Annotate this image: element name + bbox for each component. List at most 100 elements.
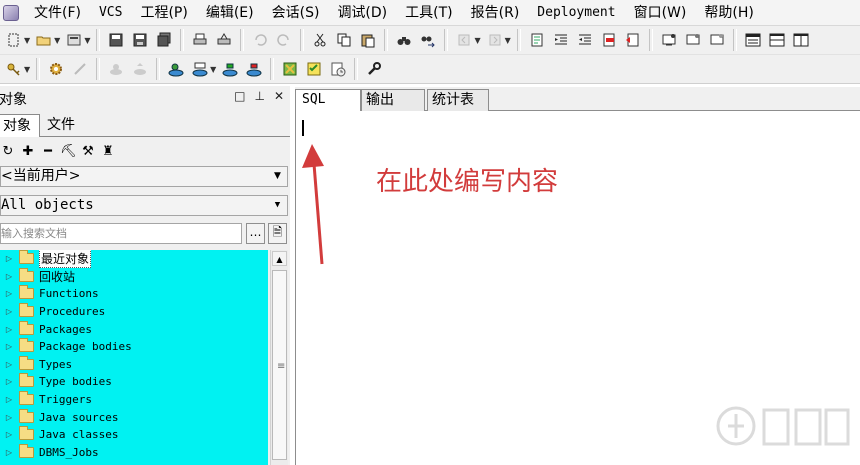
expand-icon[interactable]: ▷ xyxy=(2,254,16,263)
tab-files[interactable]: 文件 xyxy=(44,114,78,136)
print-setup-icon[interactable] xyxy=(213,29,235,51)
tree-item-type-bodies[interactable]: ▷ Type bodies xyxy=(0,373,268,391)
tree-item-recent-objects[interactable]: ▷ 最近对象 xyxy=(0,250,268,269)
expand-icon[interactable]: ▷ xyxy=(2,307,16,316)
menu-edit[interactable]: 编辑(E) xyxy=(197,0,263,26)
back-dropdown-icon[interactable]: ▼ xyxy=(474,36,480,45)
save-as-icon[interactable] xyxy=(129,29,151,51)
unindent-icon[interactable] xyxy=(574,29,596,51)
menu-window[interactable]: 窗口(W) xyxy=(625,0,696,26)
cut-icon[interactable] xyxy=(309,29,331,51)
wrench-icon[interactable] xyxy=(363,58,385,80)
expand-icon[interactable]: ▷ xyxy=(2,360,16,369)
forward-dropdown-icon[interactable]: ▼ xyxy=(505,36,511,45)
tree-item-functions[interactable]: ▷ Functions xyxy=(0,285,268,303)
debug-disabled-icon[interactable] xyxy=(69,58,91,80)
gear-icon[interactable] xyxy=(45,58,67,80)
expand-icon[interactable]: ▷ xyxy=(2,342,16,351)
user-select[interactable]: <当前用户> ▼ xyxy=(0,166,288,187)
tree-item-types[interactable]: ▷ Types xyxy=(0,355,268,374)
scroll-up-icon[interactable]: ▲ xyxy=(272,251,287,266)
find-object-icon[interactable]: ⛏ xyxy=(60,144,77,159)
recent-dropdown-icon[interactable]: ▼ xyxy=(84,36,90,45)
paste-icon[interactable] xyxy=(357,29,379,51)
log-on-icon[interactable] xyxy=(219,58,241,80)
new-dropdown-icon[interactable]: ▼ xyxy=(24,36,30,45)
tree-item-package-bodies[interactable]: ▷ Package bodies xyxy=(0,338,268,356)
tab-statistics[interactable]: 统计表 xyxy=(427,89,489,111)
tree-item-java-sources[interactable]: ▷ Java sources xyxy=(0,408,268,426)
filter-icon[interactable]: ⚒ xyxy=(80,144,96,159)
chevron-down-icon[interactable]: ▼ xyxy=(270,168,285,185)
panel-close-icon[interactable]: ✕ xyxy=(274,89,284,103)
expand-icon[interactable]: ▷ xyxy=(2,448,16,457)
menu-debug[interactable]: 调试(D) xyxy=(328,0,396,26)
scrollbar-thumb[interactable]: ≡ xyxy=(272,270,287,460)
tree-item-java-classes[interactable]: ▷ Java classes xyxy=(0,426,268,444)
chevron-down-icon[interactable]: ▼ xyxy=(270,197,285,214)
open-dropdown-icon[interactable]: ▼ xyxy=(54,36,60,45)
expand-icon[interactable]: ▷ xyxy=(2,430,16,439)
window-list-icon[interactable] xyxy=(742,29,764,51)
menu-help[interactable]: 帮助(H) xyxy=(695,0,762,26)
menu-vcs[interactable]: VCS xyxy=(90,0,131,26)
menu-deployment[interactable]: Deployment xyxy=(528,0,624,26)
find-replace-icon[interactable] xyxy=(417,29,439,51)
checklist-icon[interactable] xyxy=(303,58,325,80)
indent-icon[interactable] xyxy=(550,29,572,51)
add-icon[interactable]: ✚ xyxy=(20,144,36,159)
execute-script-icon[interactable] xyxy=(682,29,704,51)
expand-icon[interactable]: ▷ xyxy=(2,413,16,422)
execute-icon[interactable] xyxy=(658,29,680,51)
commit-disabled-icon[interactable] xyxy=(105,58,127,80)
tree-item-triggers[interactable]: ▷ Triggers xyxy=(0,391,268,409)
expand-icon[interactable]: ▷ xyxy=(2,289,16,298)
rollback-disabled-icon[interactable] xyxy=(129,58,151,80)
menu-file[interactable]: 文件(F) xyxy=(25,0,90,26)
uncomment-icon[interactable] xyxy=(622,29,644,51)
menu-tools[interactable]: 工具(T) xyxy=(396,0,461,26)
find-binoculars-icon[interactable] xyxy=(393,29,415,51)
key-icon[interactable] xyxy=(3,58,25,80)
tab-objects[interactable]: 对象 xyxy=(0,114,40,137)
session-dropdown-icon[interactable]: ▼ xyxy=(210,65,216,74)
properties-icon[interactable]: ♜ xyxy=(100,144,116,159)
edit-document-icon[interactable] xyxy=(526,29,548,51)
tree-item-dbms-jobs[interactable]: ▷ DBMS_Jobs xyxy=(0,443,268,462)
tile-windows-icon[interactable] xyxy=(766,29,788,51)
tree-item-procedures[interactable]: ▷ Procedures xyxy=(0,303,268,321)
save-icon[interactable] xyxy=(105,29,127,51)
menu-reports[interactable]: 报告(R) xyxy=(462,0,529,26)
redo-icon[interactable] xyxy=(273,29,295,51)
object-filter-select[interactable]: All objects ▼ xyxy=(0,195,288,216)
sql-session-icon[interactable] xyxy=(189,58,211,80)
expand-icon[interactable]: ▷ xyxy=(2,325,16,334)
database-connect-icon[interactable] xyxy=(165,58,187,80)
tab-output[interactable]: 输出 xyxy=(361,89,425,111)
refresh-icon[interactable]: ↻ xyxy=(0,144,16,159)
save-all-icon[interactable] xyxy=(153,29,175,51)
tree-item-recycle-bin[interactable]: ▷ 回收站 xyxy=(0,267,268,286)
schedule-icon[interactable] xyxy=(327,58,349,80)
menu-session[interactable]: 会话(S) xyxy=(263,0,329,26)
expand-icon[interactable]: ▷ xyxy=(2,272,16,281)
tree-item-packages[interactable]: ▷ Packages xyxy=(0,320,268,338)
recent-files-icon[interactable] xyxy=(63,29,85,51)
search-options-button[interactable]: … xyxy=(246,223,265,244)
panel-float-icon[interactable]: □ xyxy=(234,89,245,103)
undo-icon[interactable] xyxy=(249,29,271,51)
stop-execution-icon[interactable] xyxy=(706,29,728,51)
open-folder-icon[interactable] xyxy=(33,29,55,51)
tree-scrollbar[interactable]: ▲ ≡ xyxy=(270,250,288,465)
navigate-forward-icon[interactable] xyxy=(484,29,506,51)
log-off-icon[interactable] xyxy=(243,58,265,80)
expand-icon[interactable]: ▷ xyxy=(2,395,16,404)
copy-icon[interactable] xyxy=(333,29,355,51)
puzzle-icon[interactable] xyxy=(279,58,301,80)
expand-icon[interactable]: ▷ xyxy=(2,377,16,386)
tab-sql[interactable]: SQL xyxy=(295,89,361,112)
new-icon[interactable] xyxy=(3,29,25,51)
key-dropdown-icon[interactable]: ▼ xyxy=(24,65,30,74)
menu-project[interactable]: 工程(P) xyxy=(131,0,196,26)
cascade-windows-icon[interactable] xyxy=(790,29,812,51)
